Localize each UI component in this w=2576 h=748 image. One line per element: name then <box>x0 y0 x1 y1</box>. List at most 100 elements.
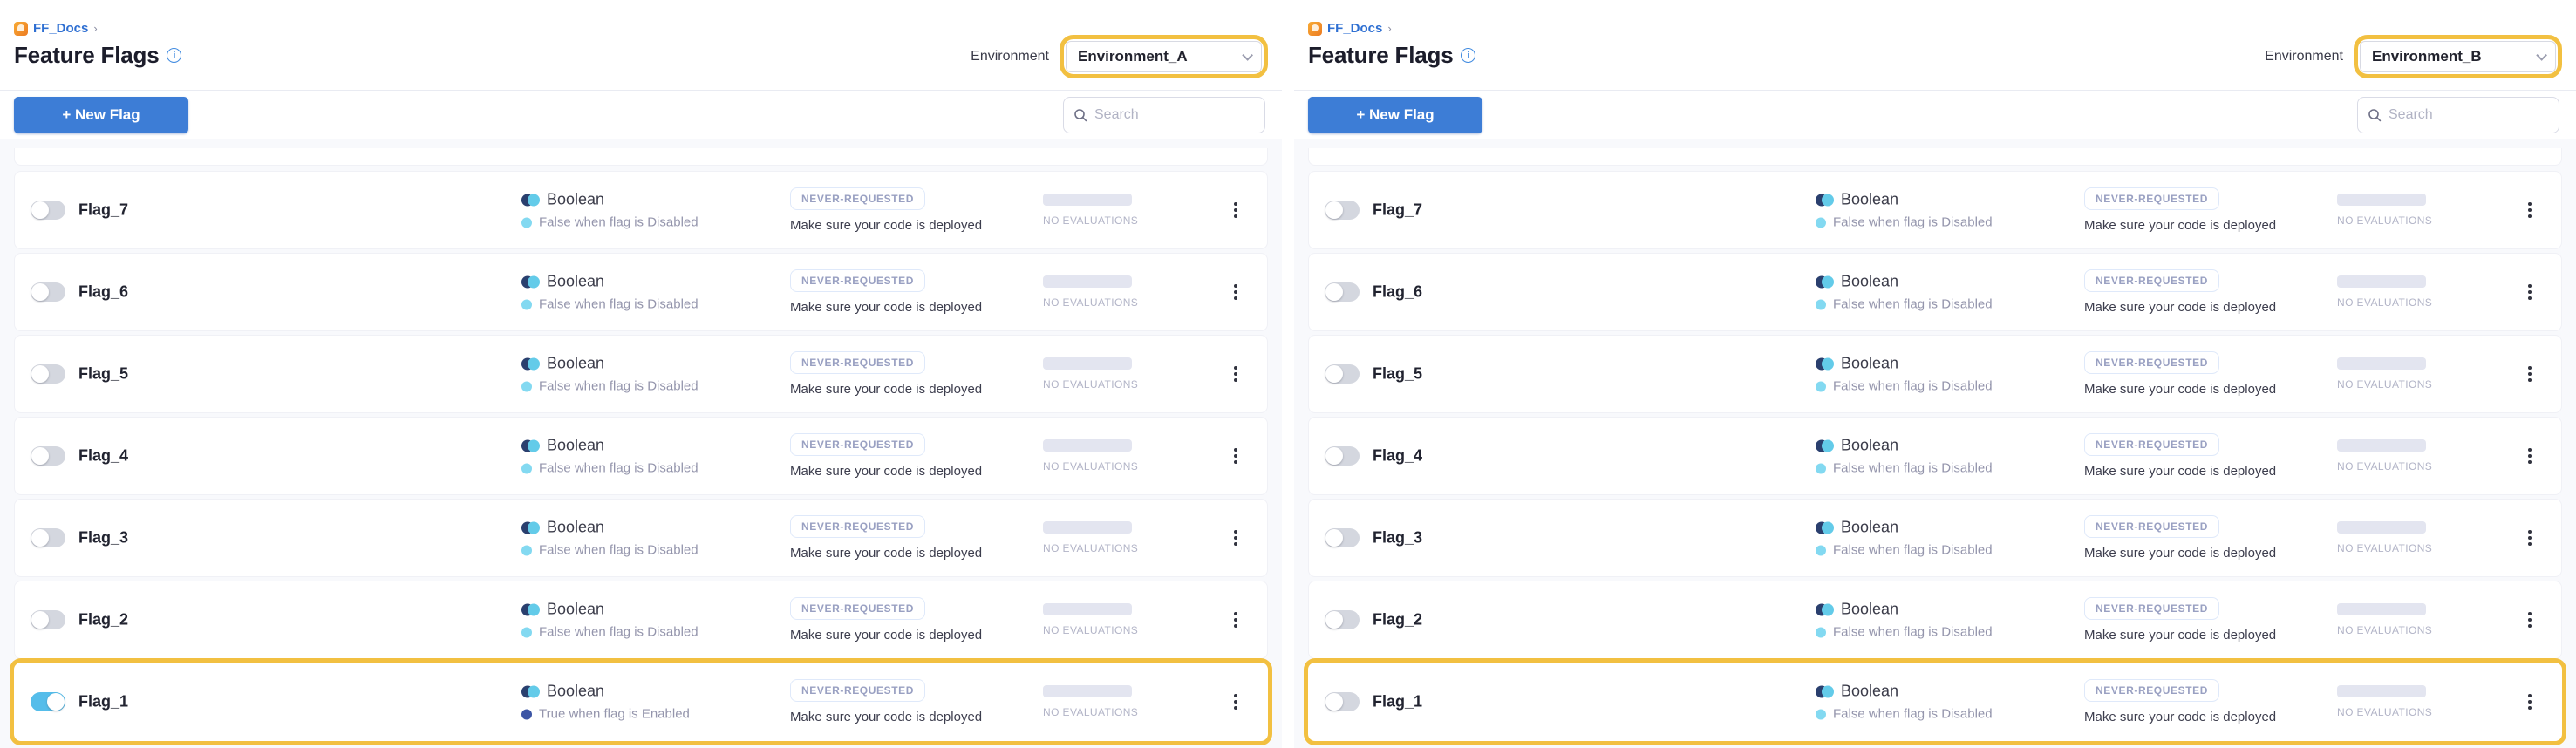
flag-name[interactable]: Flag_2 <box>1373 611 1422 629</box>
toolbar: + New Flag <box>1294 91 2576 139</box>
flag-name[interactable]: Flag_6 <box>78 283 128 302</box>
project-avatar-icon <box>1308 22 1322 36</box>
search-icon <box>1073 108 1087 122</box>
status-badge: NEVER-REQUESTED <box>2084 679 2219 702</box>
kebab-menu-button[interactable] <box>1224 195 1247 225</box>
flag-toggle[interactable] <box>1325 364 1360 384</box>
new-flag-button[interactable]: + New Flag <box>1308 97 1482 133</box>
environment-select[interactable]: Environment_B <box>2360 41 2556 72</box>
flag-type-label: Boolean <box>547 437 604 455</box>
flag-evaluations-column: NO EVALUATIONS <box>2337 603 2426 636</box>
flag-type-label: Boolean <box>1841 437 1898 455</box>
flag-row: Flag_6 Boolean False when flag is Disabl… <box>14 253 1268 331</box>
flag-name[interactable]: Flag_5 <box>78 365 128 384</box>
flag-variation-label: False when flag is Disabled <box>539 297 699 312</box>
flag-name[interactable]: Flag_7 <box>78 201 128 220</box>
evaluations-placeholder-bar <box>1043 439 1132 452</box>
breadcrumb-project-link[interactable]: FF_Docs <box>1327 21 1382 36</box>
evaluations-label: NO EVALUATIONS <box>1043 378 1132 391</box>
environment-select[interactable]: Environment_A <box>1066 41 1262 72</box>
flag-type-column: Boolean False when flag is Disabled <box>1816 437 1993 476</box>
flag-variation-label: True when flag is Enabled <box>539 707 690 722</box>
evaluations-label: NO EVALUATIONS <box>1043 542 1132 554</box>
environment-value: Environment_B <box>2372 48 2482 65</box>
flag-evaluations-column: NO EVALUATIONS <box>2337 194 2426 227</box>
kebab-menu-button[interactable] <box>2518 441 2541 471</box>
evaluations-label: NO EVALUATIONS <box>2337 296 2426 309</box>
evaluations-label: NO EVALUATIONS <box>1043 706 1132 718</box>
toggle-knob <box>1325 283 1343 301</box>
flag-name[interactable]: Flag_4 <box>78 447 128 466</box>
flag-name[interactable]: Flag_3 <box>78 529 128 547</box>
status-note: Make sure your code is deployed <box>790 628 982 643</box>
kebab-menu-button[interactable] <box>2518 359 2541 389</box>
kebab-menu-button[interactable] <box>1224 359 1247 389</box>
flag-type-column: Boolean False when flag is Disabled <box>1816 601 1993 640</box>
kebab-menu-button[interactable] <box>1224 523 1247 553</box>
flag-row: Flag_2 Boolean False when flag is Disabl… <box>1308 581 2562 659</box>
flag-name[interactable]: Flag_5 <box>1373 365 1422 384</box>
search-input[interactable] <box>1094 107 1255 123</box>
flag-status-column: NEVER-REQUESTED Make sure your code is d… <box>2084 433 2276 479</box>
kebab-menu-button[interactable] <box>1224 277 1247 307</box>
feature-flags-pane: FF_Docs › Feature Flags i Environment En… <box>1294 0 2576 748</box>
search-icon <box>2368 108 2382 122</box>
flag-name[interactable]: Flag_1 <box>78 693 128 711</box>
boolean-type-icon <box>1816 439 1834 452</box>
flag-toggle[interactable] <box>1325 528 1360 547</box>
evaluations-label: NO EVALUATIONS <box>2337 706 2426 718</box>
flag-toggle[interactable] <box>1325 282 1360 302</box>
evaluations-placeholder-bar <box>1043 603 1132 615</box>
flag-toggle[interactable] <box>31 446 65 466</box>
flag-type-column: Boolean False when flag is Disabled <box>1816 683 1993 722</box>
status-badge: NEVER-REQUESTED <box>790 351 925 374</box>
kebab-menu-button[interactable] <box>2518 605 2541 635</box>
flag-name[interactable]: Flag_1 <box>1373 693 1422 711</box>
search-box[interactable] <box>2357 97 2559 133</box>
flag-name[interactable]: Flag_3 <box>1373 529 1422 547</box>
boolean-type-icon <box>1816 684 1834 698</box>
info-icon[interactable]: i <box>167 48 181 63</box>
search-input[interactable] <box>2389 107 2549 123</box>
toggle-knob <box>1325 693 1343 711</box>
flag-toggle[interactable] <box>31 282 65 302</box>
environment-control: Environment Environment_B <box>2265 35 2562 78</box>
flag-name[interactable]: Flag_6 <box>1373 283 1422 302</box>
kebab-menu-button[interactable] <box>1224 687 1247 717</box>
variation-dot-icon <box>521 217 532 228</box>
toggle-knob <box>1325 365 1343 383</box>
toggle-knob <box>31 529 49 547</box>
kebab-menu-button[interactable] <box>2518 277 2541 307</box>
flag-toggle[interactable] <box>31 528 65 547</box>
flag-name[interactable]: Flag_2 <box>78 611 128 629</box>
flag-toggle[interactable] <box>31 610 65 629</box>
kebab-menu-button[interactable] <box>1224 605 1247 635</box>
flag-toggle[interactable] <box>1325 692 1360 711</box>
flag-status-column: NEVER-REQUESTED Make sure your code is d… <box>790 679 982 724</box>
flag-toggle[interactable] <box>31 364 65 384</box>
flag-variation-label: False when flag is Disabled <box>539 543 699 558</box>
search-box[interactable] <box>1063 97 1265 133</box>
flag-toggle[interactable] <box>1325 201 1360 220</box>
evaluations-placeholder-bar <box>2337 439 2426 452</box>
flag-toggle[interactable] <box>1325 446 1360 466</box>
new-flag-button[interactable]: + New Flag <box>14 97 188 133</box>
kebab-menu-button[interactable] <box>2518 687 2541 717</box>
flag-status-column: NEVER-REQUESTED Make sure your code is d… <box>790 433 982 479</box>
breadcrumb-project-link[interactable]: FF_Docs <box>33 21 88 36</box>
variation-dot-icon <box>521 299 532 309</box>
flag-type-label: Boolean <box>547 683 604 701</box>
toggle-knob <box>31 201 49 219</box>
flag-toggle[interactable] <box>31 692 65 711</box>
kebab-menu-button[interactable] <box>1224 441 1247 471</box>
kebab-menu-button[interactable] <box>2518 523 2541 553</box>
flag-toggle[interactable] <box>31 201 65 220</box>
kebab-menu-button[interactable] <box>2518 195 2541 225</box>
info-icon[interactable]: i <box>1461 48 1475 63</box>
status-badge: NEVER-REQUESTED <box>790 187 925 210</box>
flag-evaluations-column: NO EVALUATIONS <box>1043 439 1132 473</box>
flag-toggle[interactable] <box>1325 610 1360 629</box>
flag-name[interactable]: Flag_4 <box>1373 447 1422 466</box>
flag-name[interactable]: Flag_7 <box>1373 201 1422 220</box>
status-badge: NEVER-REQUESTED <box>2084 515 2219 538</box>
